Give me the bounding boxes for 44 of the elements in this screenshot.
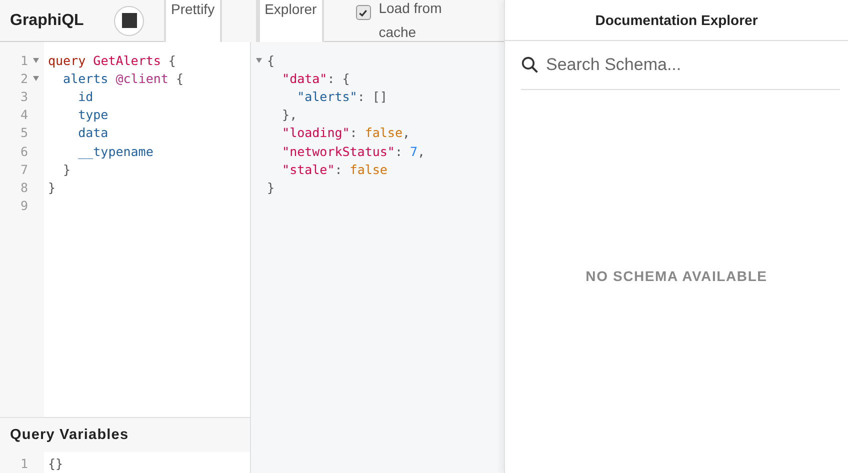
code-line: }	[267, 180, 275, 195]
checkbox-label: Load from cache	[378, 0, 443, 42]
checkbox[interactable]	[356, 5, 371, 20]
stop-button[interactable]	[114, 6, 144, 36]
line-number: 2	[19, 70, 28, 86]
code-line: }	[62, 162, 71, 177]
code-line: }	[47, 180, 56, 195]
empty-message: NO SCHEMA AVAILABLE	[586, 268, 768, 284]
check-icon	[358, 8, 368, 18]
variables-title: Query Variables	[10, 426, 129, 443]
fold-icon[interactable]	[33, 76, 39, 81]
code-line: __typename	[77, 144, 154, 159]
line-number: 8	[19, 180, 28, 195]
line-number: 9	[19, 198, 28, 214]
line-number: 4	[19, 107, 28, 122]
search-icon	[521, 56, 539, 74]
stop-icon	[122, 13, 136, 28]
docs-title: Documentation Explorer	[595, 12, 758, 28]
line-number: 1	[19, 52, 28, 68]
line-number: 5	[19, 125, 28, 140]
code-line: "alerts": []	[296, 88, 388, 104]
fold-icon[interactable]	[33, 58, 39, 63]
code-line: alerts @client {	[62, 70, 184, 86]
line-number: 7	[19, 162, 28, 177]
code-line: "networkStatus": 7,	[281, 144, 426, 159]
toolbar-button[interactable]: Prettify	[164, 0, 222, 42]
app-title: GraphiQL	[10, 12, 85, 30]
code-line: "loading": false,	[281, 125, 410, 140]
code-line: "data": {	[281, 70, 350, 86]
toolbar-button[interactable]: Explorer	[258, 0, 324, 42]
code-line: {}	[47, 456, 64, 472]
code-line: type	[77, 107, 108, 122]
code-line: data	[77, 125, 108, 140]
search-field[interactable]: Search Schema...	[546, 55, 840, 75]
code-line: {	[267, 52, 275, 68]
code-line: "stale": false	[281, 162, 388, 177]
fold-icon[interactable]	[256, 58, 262, 63]
variables-header[interactable]: Query Variables	[0, 418, 250, 452]
line-number: 1	[19, 456, 28, 472]
code-line: query GetAlerts {	[47, 52, 176, 68]
code-line: id	[77, 88, 94, 104]
line-number: 6	[19, 144, 28, 159]
line-number: 3	[19, 88, 28, 104]
code-line: },	[281, 107, 298, 122]
